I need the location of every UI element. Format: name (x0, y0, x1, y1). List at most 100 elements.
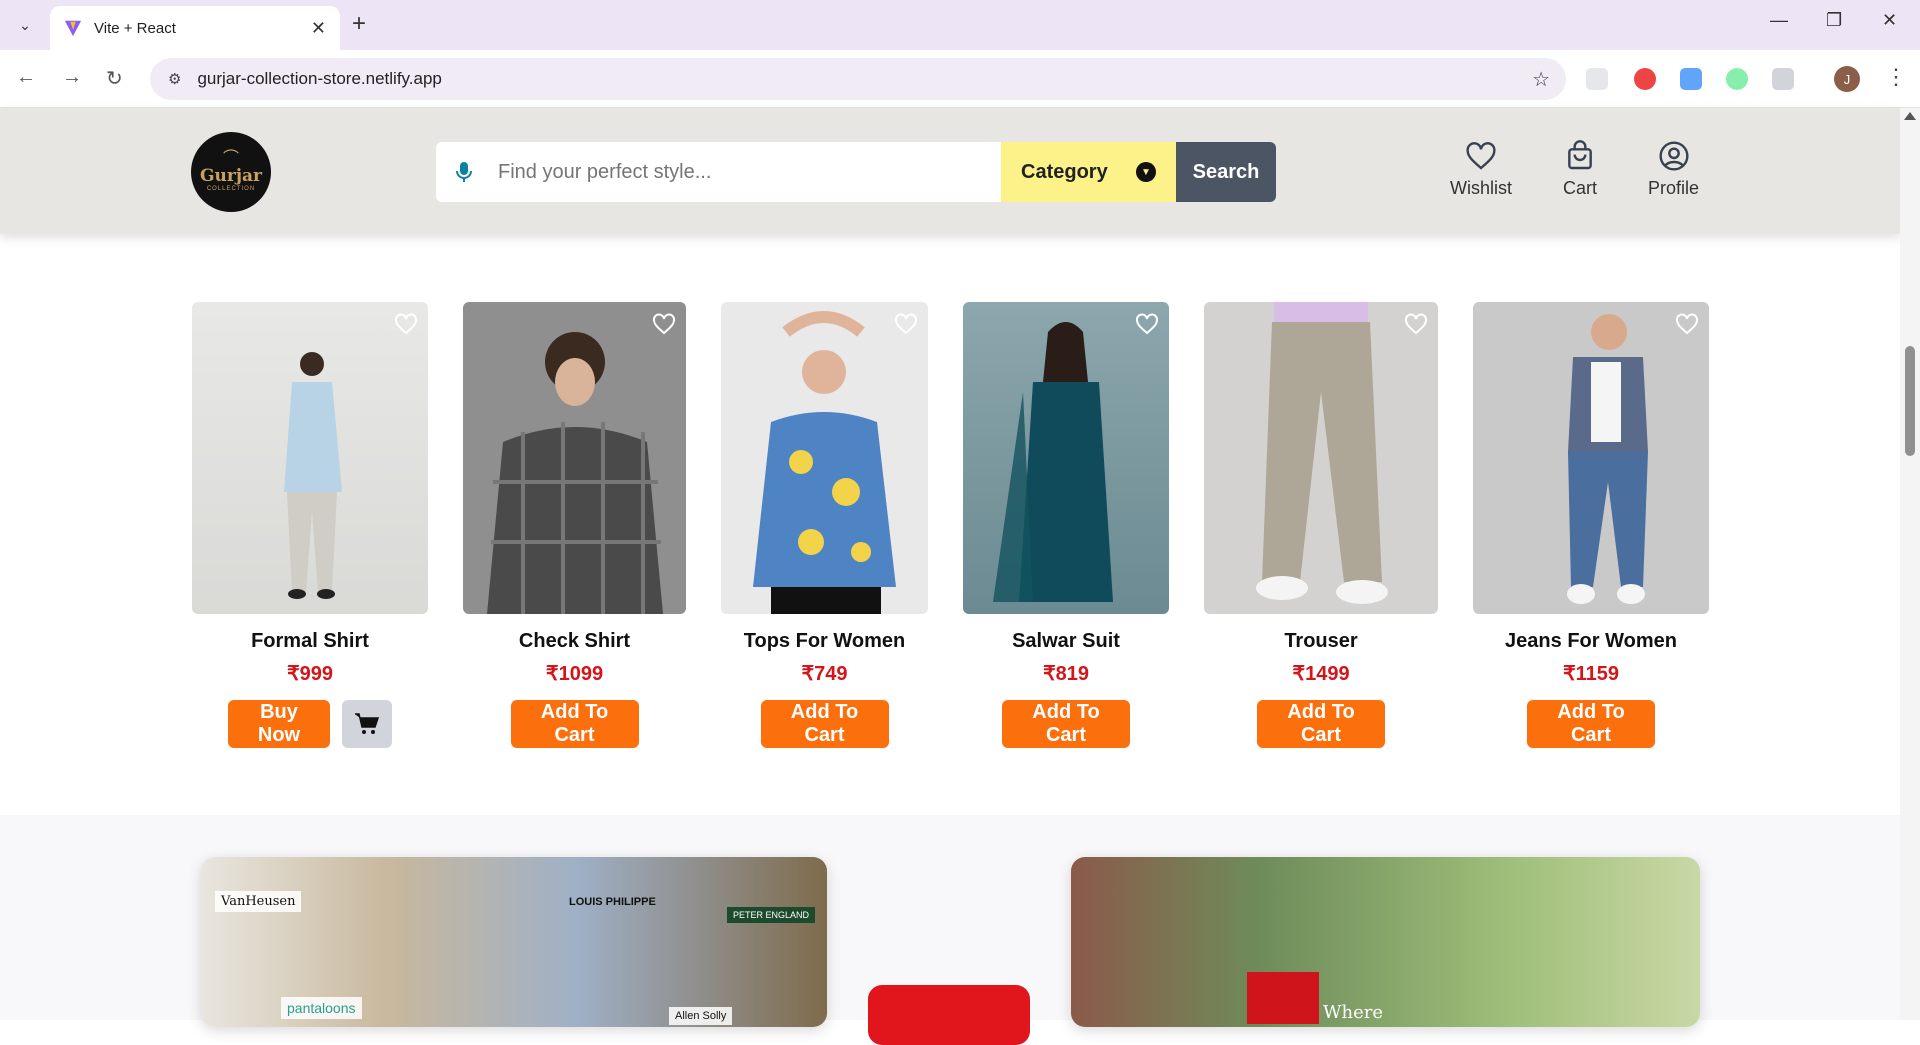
extension-pen-icon[interactable] (1586, 68, 1608, 90)
browser-menu-icon[interactable]: ⋮ (1885, 64, 1907, 90)
category-label: Category (1021, 160, 1108, 183)
check-shirt-photo (487, 332, 663, 614)
brand-pantaloons: pantaloons (281, 997, 362, 1019)
product-card: Formal Shirt ₹999 Buy Now (192, 302, 428, 748)
site-info-icon[interactable]: ⚙ (168, 70, 181, 88)
wishlist-link[interactable]: Wishlist (1450, 140, 1512, 199)
wishlist-heart-icon[interactable] (1135, 312, 1159, 336)
product-name: Tops For Women (743, 630, 906, 652)
product-actions: Add To Cart (510, 700, 639, 748)
logo-subtext: COLLECTION (206, 186, 256, 192)
product-name: Salwar Suit (1012, 630, 1120, 652)
tab-title: Vite + React (94, 19, 176, 37)
search-input[interactable] (498, 160, 978, 184)
shop-now-button[interactable] (868, 985, 1030, 1045)
profile-label: Profile (1648, 178, 1700, 198)
brand-vanheusen: VanHeusen (215, 891, 302, 912)
product-image[interactable] (1473, 302, 1709, 614)
formal-shirt-photo (284, 352, 342, 599)
extension-shield-icon[interactable] (1634, 68, 1656, 90)
brand-banner-right[interactable]: Where (1071, 857, 1700, 1027)
product-name: Formal Shirt (251, 630, 369, 652)
wishlist-heart-icon[interactable] (1404, 312, 1428, 336)
profile-link[interactable]: Profile (1648, 140, 1699, 199)
product-image[interactable] (1204, 302, 1438, 614)
product-actions: Buy Now (228, 700, 392, 748)
address-bar[interactable]: ⚙ gurjar-collection-store.netlify.app ☆ (150, 58, 1566, 100)
trouser-photo (1256, 302, 1388, 604)
store-logo[interactable]: ⌒ Gurjar COLLECTION (191, 132, 271, 212)
product-card: Trouser ₹1499 Add To Cart (1204, 302, 1438, 748)
product-price: ₹1099 (545, 663, 604, 685)
search-button[interactable]: Search (1176, 142, 1276, 202)
w-brand-logo (1247, 972, 1319, 1024)
product-actions: Add To Cart (760, 700, 889, 748)
add-to-cart-button[interactable]: Add To Cart (1257, 700, 1385, 748)
search-field (436, 142, 1001, 202)
add-to-cart-button[interactable]: Add To Cart (760, 700, 889, 748)
bookmark-star-icon[interactable]: ☆ (1532, 67, 1550, 92)
site-header: ⌒ Gurjar COLLECTION Category ▼ Search Wi… (0, 108, 1900, 234)
forward-icon[interactable]: → (62, 66, 82, 89)
product-price: ₹819 (1042, 663, 1090, 685)
shopping-cart-icon (355, 713, 380, 734)
category-dropdown[interactable]: Category ▼ (1001, 142, 1176, 202)
product-price: ₹1499 (1292, 663, 1350, 685)
profile-avatar[interactable]: J (1834, 66, 1860, 92)
scroll-up-arrow-icon[interactable] (1904, 112, 1916, 120)
tab-search-icon[interactable]: ⌄ (12, 12, 38, 38)
cart-link[interactable]: Cart (1563, 140, 1597, 199)
buy-now-button[interactable]: Buy Now (228, 700, 330, 748)
microphone-icon[interactable] (452, 160, 476, 184)
heart-icon (1466, 142, 1496, 170)
product-card: Salwar Suit ₹819 Add To Cart (963, 302, 1169, 748)
product-card: Tops For Women ₹749 Add To Cart (721, 302, 928, 748)
chevron-down-icon: ▼ (1136, 162, 1156, 182)
add-to-cart-button[interactable]: Add To Cart (1527, 700, 1655, 748)
extensions-puzzle-icon[interactable] (1772, 68, 1794, 90)
product-name: Jeans For Women (1505, 630, 1677, 652)
extension-color-icon[interactable] (1726, 68, 1748, 90)
wishlist-heart-icon[interactable] (894, 312, 918, 336)
brand-allen-solly: Allen Solly (669, 1007, 733, 1025)
salwar-suit-photo (993, 322, 1113, 602)
browser-toolbar: ← → ↻ ⚙ gurjar-collection-store.netlify.… (0, 50, 1920, 108)
tab-close-icon[interactable]: ✕ (311, 18, 326, 39)
wishlist-heart-icon[interactable] (394, 312, 418, 336)
product-image[interactable] (721, 302, 928, 614)
wishlist-heart-icon[interactable] (1675, 312, 1699, 336)
product-name: Check Shirt (518, 630, 631, 652)
page-scrollbar[interactable] (1900, 108, 1920, 1020)
url-text: gurjar-collection-store.netlify.app (197, 69, 442, 88)
product-actions: Add To Cart (1002, 700, 1130, 748)
product-actions: Add To Cart (1527, 700, 1655, 748)
cart-label: Cart (1563, 178, 1598, 198)
wishlist-heart-icon[interactable] (652, 312, 676, 336)
product-card: Jeans For Women ₹1159 Add To Cart (1473, 302, 1709, 748)
brand-banner-left[interactable]: VanHeusen LOUIS PHILIPPE PETER ENGLAND p… (201, 857, 827, 1027)
add-to-cart-button[interactable]: Add To Cart (1002, 700, 1130, 748)
product-price: ₹749 (801, 663, 848, 685)
back-icon[interactable]: ← (16, 66, 36, 89)
window-close-icon[interactable]: ✕ (1882, 10, 1897, 31)
browser-tab[interactable]: Vite + React ✕ (50, 6, 340, 50)
add-to-cart-icon-button[interactable] (342, 700, 392, 748)
product-image[interactable] (963, 302, 1169, 614)
wishlist-label: Wishlist (1450, 178, 1512, 198)
hanger-icon: ⌒ (222, 150, 239, 167)
minimize-icon[interactable]: — (1770, 10, 1788, 31)
product-image[interactable] (463, 302, 686, 614)
extension-docs-icon[interactable] (1680, 68, 1702, 90)
brand-louis-philippe: LOUIS PHILIPPE (569, 896, 656, 908)
add-to-cart-button[interactable]: Add To Cart (510, 700, 639, 748)
jeans-for-women-photo (1567, 314, 1648, 604)
search-bar: Category ▼ Search (436, 142, 1276, 202)
brand-peter-england: PETER ENGLAND (727, 907, 816, 923)
product-name: Trouser (1284, 630, 1358, 652)
scroll-thumb[interactable] (1905, 346, 1915, 456)
new-tab-icon[interactable]: + (352, 10, 366, 38)
logo-text: Gurjar (200, 166, 262, 186)
restore-icon[interactable]: ❐ (1826, 10, 1842, 31)
reload-icon[interactable]: ↻ (106, 66, 123, 91)
product-image[interactable] (192, 302, 428, 614)
